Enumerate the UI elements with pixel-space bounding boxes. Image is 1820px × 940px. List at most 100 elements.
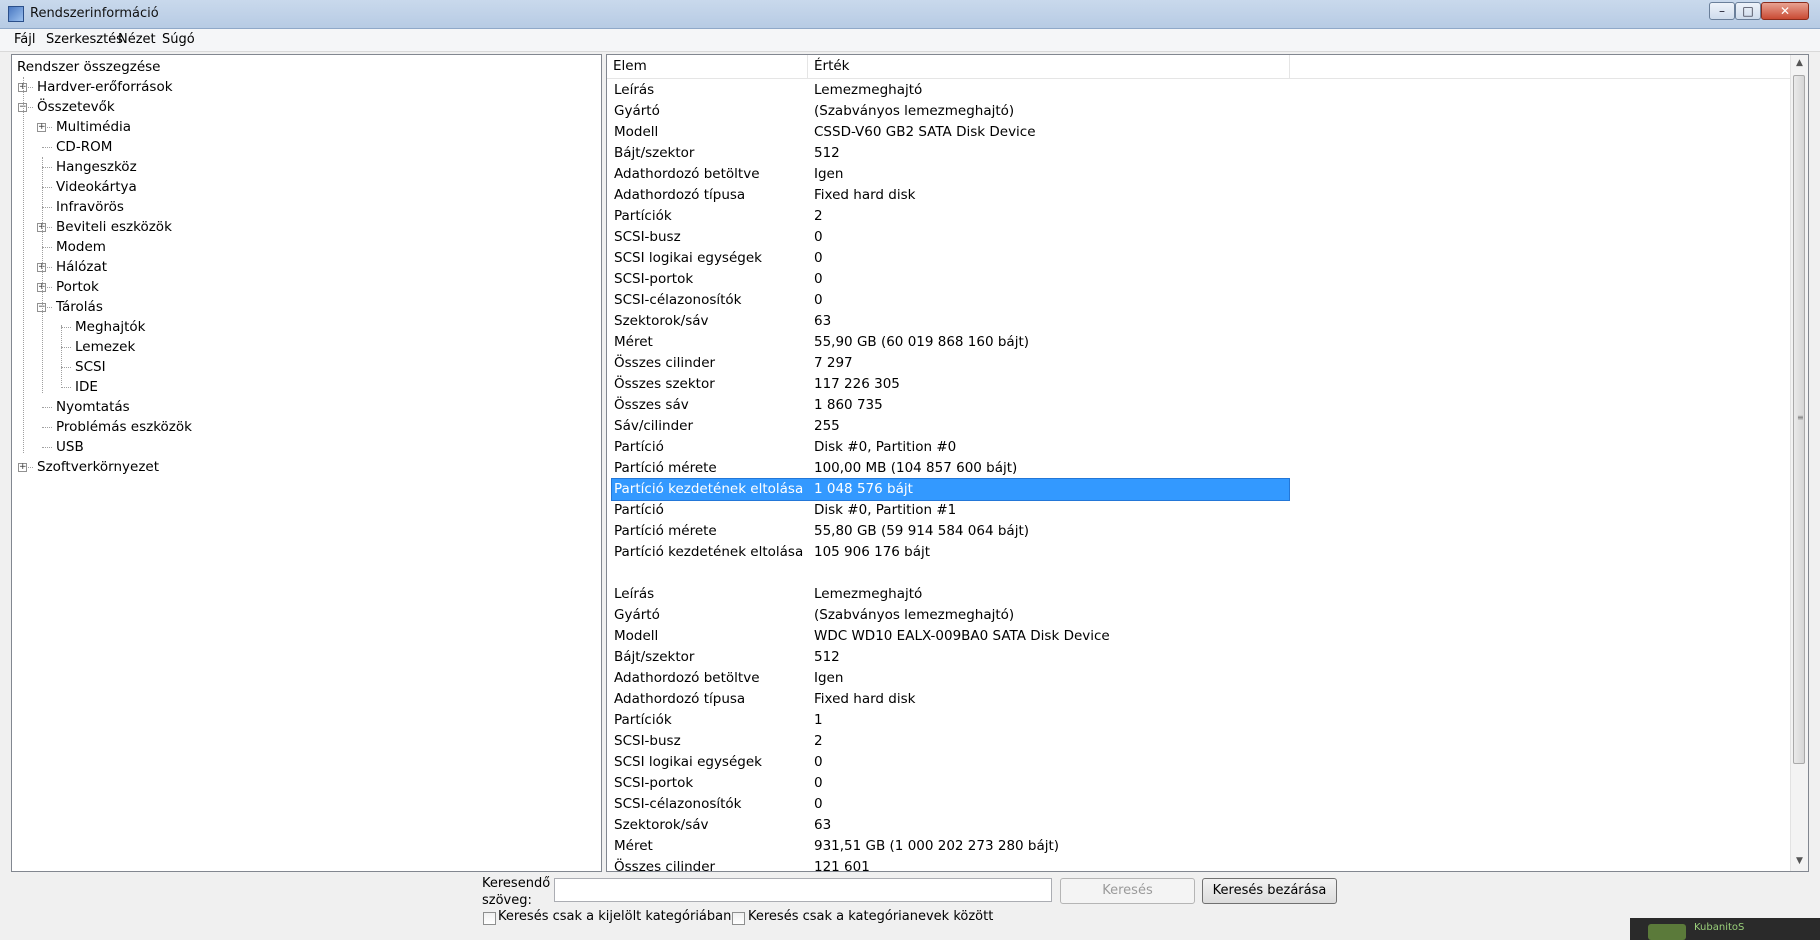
list-row[interactable]: Partíció mérete 55,80 GB (59 914 584 064 … — [612, 521, 1289, 542]
tree-item-label: Videokártya — [56, 179, 137, 195]
tree-item-label: Rendszer összegzése — [17, 59, 161, 75]
list-row[interactable]: Partíciók 1 — [612, 710, 1289, 731]
tree-item[interactable]: Szoftverkörnyezet — [37, 457, 159, 477]
tree-item[interactable]: Hálózat — [56, 257, 107, 277]
list-row[interactable]: Adathordozó típusa Fixed hard disk — [612, 185, 1289, 206]
value-cell: Fixed hard disk — [814, 187, 916, 203]
search-label: Keresendő szöveg: — [482, 876, 551, 908]
menu-edit[interactable]: Szerkesztés — [46, 32, 123, 47]
list-row[interactable]: Összes szektor 117 226 305 — [612, 374, 1289, 395]
search-button[interactable]: Keresés — [1060, 878, 1195, 904]
search-category-names-checkbox[interactable] — [732, 912, 745, 925]
value-cell: 512 — [814, 145, 840, 161]
list-row[interactable]: Adathordozó betöltve Igen — [612, 164, 1289, 185]
scroll-down-icon[interactable]: ▼ — [1791, 853, 1808, 870]
scroll-up-icon[interactable]: ▲ — [1791, 55, 1808, 72]
value-cell: Igen — [814, 670, 844, 686]
tree-item[interactable]: Infravörös — [56, 197, 124, 217]
scroll-thumb[interactable]: ≡ — [1793, 75, 1805, 764]
menu-file[interactable]: Fájl — [14, 32, 35, 47]
tree-item[interactable]: Nyomtatás — [56, 397, 130, 417]
list-row[interactable]: SCSI logikai egységek 0 — [612, 752, 1289, 773]
list-row[interactable]: Adathordozó betöltve Igen — [612, 668, 1289, 689]
tree-item-label: Modem — [56, 239, 106, 255]
list-row[interactable]: Partíció mérete 100,00 MB (104 857 600 bá… — [612, 458, 1289, 479]
list-row[interactable]: Sáv/cilinder 255 — [612, 416, 1289, 437]
menu-help[interactable]: Súgó — [162, 32, 195, 47]
list-row[interactable]: SCSI-célazonosítók 0 — [612, 794, 1289, 815]
item-cell: Adathordozó típusa — [614, 187, 746, 203]
list-row[interactable]: SCSI-portok 0 — [612, 773, 1289, 794]
list-row[interactable]: SCSI-célazonosítók 0 — [612, 290, 1289, 311]
expand-icon[interactable]: + — [18, 463, 27, 472]
value-cell: 0 — [814, 229, 823, 245]
search-selected-category-checkbox[interactable] — [483, 912, 496, 925]
tree-item[interactable]: Lemezek — [75, 337, 135, 357]
category-tree[interactable]: Rendszer összegzése Hardver-erőforrások + Ö… — [11, 54, 602, 872]
list-row[interactable]: Partíciók 2 — [612, 206, 1289, 227]
tree-item[interactable]: Hangeszköz — [56, 157, 137, 177]
tree-item[interactable]: Beviteli eszközök — [56, 217, 172, 237]
column-header-item[interactable]: Elem — [607, 55, 808, 78]
list-row[interactable]: Összes cilinder 121 601 — [612, 857, 1289, 871]
column-header-value[interactable]: Érték — [808, 55, 1290, 78]
tree-item-label: Portok — [56, 279, 99, 295]
tree-item[interactable]: IDE — [75, 377, 98, 397]
tree-item[interactable]: Meghajtók — [75, 317, 145, 337]
tree-item[interactable]: CD-ROM — [56, 137, 112, 157]
list-row[interactable]: SCSI-busz 2 — [612, 731, 1289, 752]
value-cell: 7 297 — [814, 355, 853, 371]
list-row[interactable]: SCSI-busz 0 — [612, 227, 1289, 248]
list-row[interactable]: Szektorok/sáv 63 — [612, 311, 1289, 332]
tree-item-label: USB — [56, 439, 84, 455]
item-cell: SCSI-portok — [614, 271, 694, 287]
tree-item[interactable]: Hardver-erőforrások — [37, 77, 173, 97]
maximize-button[interactable]: □ — [1735, 2, 1761, 20]
tree-item[interactable]: SCSI — [75, 357, 106, 377]
close-button[interactable]: ✕ — [1761, 2, 1809, 20]
list-row[interactable]: Méret 931,51 GB (1 000 202 273 280 bájt) — [612, 836, 1289, 857]
vertical-scrollbar[interactable]: ▲ ≡ ▼ — [1790, 55, 1808, 871]
minimize-button[interactable]: – — [1709, 2, 1735, 20]
tree-item[interactable]: Tárolás — [56, 297, 103, 317]
list-row[interactable]: Partíció kezdetének eltolása 105 906 176 … — [612, 542, 1289, 563]
tree-item[interactable]: Videokártya — [56, 177, 137, 197]
menu-view[interactable]: Nézet — [118, 32, 156, 47]
search-input[interactable] — [554, 878, 1052, 902]
expand-icon[interactable]: + — [37, 123, 46, 132]
tree-item[interactable]: Multimédia — [56, 117, 131, 137]
tree-connector — [61, 367, 71, 368]
tree-item[interactable]: Összetevők — [37, 97, 115, 117]
list-row-selected[interactable]: Partíció kezdetének eltolása 1 048 576 bá… — [611, 478, 1290, 501]
title-bar: Rendszerinformáció – □ ✕ — [0, 0, 1820, 29]
list-row[interactable]: Partíció Disk #0, Partition #0 — [612, 437, 1289, 458]
list-row[interactable]: Bájt/szektor 512 — [612, 143, 1289, 164]
list-row[interactable]: Leírás Lemezmeghajtó — [612, 584, 1289, 605]
tree-item-label: Nyomtatás — [56, 399, 130, 415]
list-row[interactable]: Bájt/szektor 512 — [612, 647, 1289, 668]
tree-item[interactable]: Rendszer összegzése — [17, 57, 161, 77]
list-row[interactable]: SCSI-portok 0 — [612, 269, 1289, 290]
list-row[interactable]: SCSI logikai egységek 0 — [612, 248, 1289, 269]
list-row[interactable]: Gyártó (Szabványos lemezmeghajtó) — [612, 605, 1289, 626]
item-cell: SCSI-portok — [614, 775, 694, 791]
tree-item[interactable]: USB — [56, 437, 84, 457]
tree-item[interactable]: Modem — [56, 237, 106, 257]
close-search-button[interactable]: Keresés bezárása — [1202, 878, 1337, 904]
list-row[interactable]: Modell WDC WD10 EALX-009BA0 SATA Disk Dev… — [612, 626, 1289, 647]
item-cell: Modell — [614, 124, 659, 140]
list-row[interactable] — [612, 563, 1289, 584]
list-row[interactable]: Leírás Lemezmeghajtó — [612, 80, 1289, 101]
list-row[interactable]: Gyártó (Szabványos lemezmeghajtó) — [612, 101, 1289, 122]
list-row[interactable]: Modell CSSD-V60 GB2 SATA Disk Device — [612, 122, 1289, 143]
details-list[interactable]: Elem Érték Leírás Lemezmeghajtó Gyártó (Sza… — [606, 54, 1809, 872]
item-cell: Szektorok/sáv — [614, 817, 709, 833]
list-row[interactable]: Partíció Disk #0, Partition #1 — [612, 500, 1289, 521]
list-row[interactable]: Méret 55,90 GB (60 019 868 160 bájt) — [612, 332, 1289, 353]
list-row[interactable]: Összes sáv 1 860 735 — [612, 395, 1289, 416]
list-row[interactable]: Összes cilinder 7 297 — [612, 353, 1289, 374]
list-row[interactable]: Szektorok/sáv 63 — [612, 815, 1289, 836]
list-row[interactable]: Adathordozó típusa Fixed hard disk — [612, 689, 1289, 710]
tree-item[interactable]: Problémás eszközök — [56, 417, 192, 437]
tree-item[interactable]: Portok — [56, 277, 99, 297]
